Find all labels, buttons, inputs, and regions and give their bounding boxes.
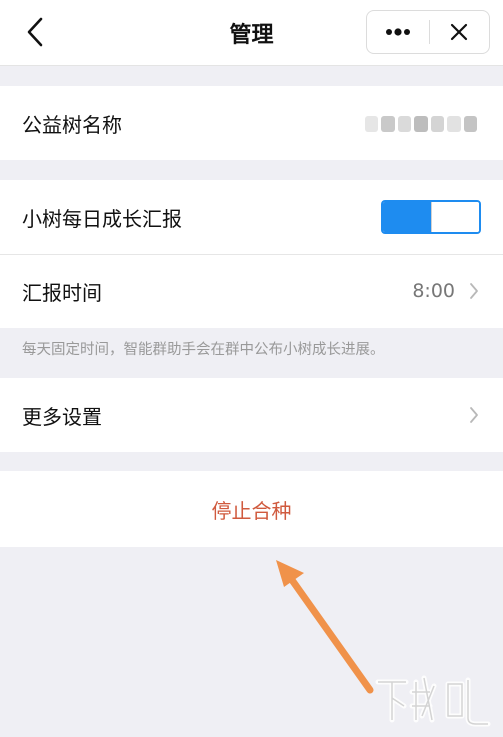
report-time-row[interactable]: 汇报时间 8:00 — [0, 254, 503, 328]
tree-name-value-redacted — [365, 116, 477, 132]
report-time-right: 8:00 — [412, 254, 479, 328]
report-note: 每天固定时间，智能群助手会在群中公布小树成长进展。 — [22, 342, 385, 358]
report-group: 小树每日成长汇报 汇报时间 8:00 — [0, 180, 503, 328]
daily-report-row: 小树每日成长汇报 — [0, 180, 503, 254]
tree-name-label: 公益树名称 — [22, 112, 122, 137]
chevron-right-icon — [470, 407, 478, 423]
more-button[interactable] — [367, 11, 428, 53]
more-settings-label: 更多设置 — [22, 404, 102, 429]
stop-co-plant-button[interactable]: 停止合种 — [0, 471, 503, 547]
close-icon — [450, 23, 467, 41]
capsule-divider — [429, 20, 430, 44]
close-button[interactable] — [428, 11, 489, 53]
watermark-logo-icon — [375, 675, 491, 727]
stop-co-plant-label: 停止合种 — [211, 498, 292, 523]
more-group: 更多设置 — [0, 378, 503, 452]
report-time-label: 汇报时间 — [22, 280, 102, 305]
toggle-fill — [383, 202, 431, 232]
report-time-value: 8:00 — [412, 280, 455, 302]
more-settings-row[interactable]: 更多设置 — [0, 378, 503, 452]
toggle-knob — [431, 202, 479, 232]
daily-report-label: 小树每日成长汇报 — [22, 206, 182, 231]
tree-name-row[interactable]: 公益树名称 — [0, 86, 503, 160]
more-dots-icon — [385, 28, 410, 36]
nav-bar: 管理 — [0, 0, 503, 66]
capsule-menu — [366, 10, 490, 54]
more-settings-right — [469, 378, 479, 452]
chevron-right-icon — [470, 283, 478, 299]
name-group: 公益树名称 — [0, 86, 503, 160]
daily-report-toggle[interactable] — [381, 200, 481, 234]
